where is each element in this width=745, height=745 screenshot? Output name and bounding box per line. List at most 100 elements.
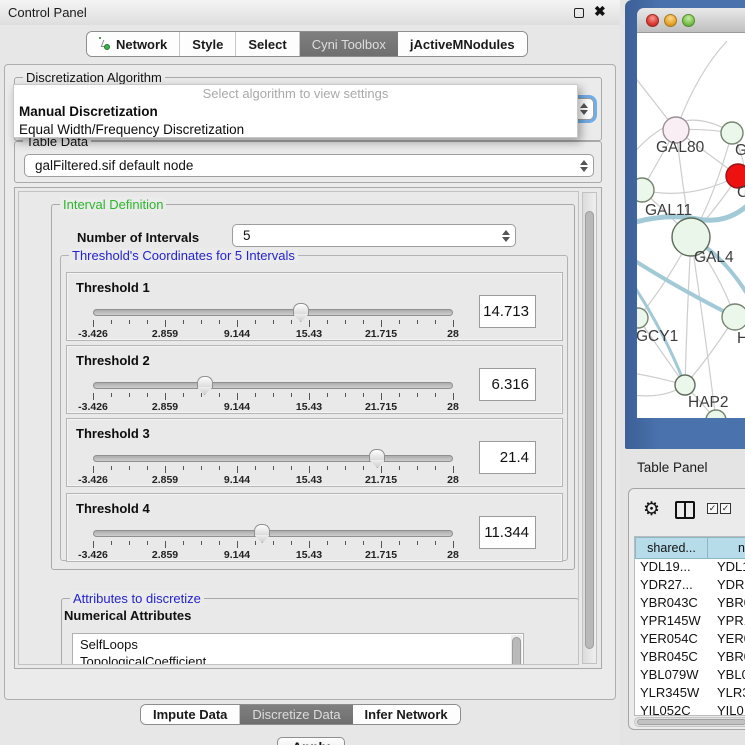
- node-attribute-table: shared... name YDL19...YDL1YDR27...YDR2Y…: [634, 536, 745, 716]
- group-title: Discretization Algorithm: [23, 70, 165, 85]
- attributes-group: Attributes to discretize Numerical Attri…: [61, 598, 579, 665]
- threshold-label: Threshold 4: [76, 501, 150, 516]
- attribute-list-item[interactable]: TopologicalCoefficient: [80, 653, 523, 665]
- tab-discretize-data[interactable]: Discretize Data: [240, 705, 352, 724]
- settings-vertical-scrollbar[interactable]: [582, 192, 597, 664]
- column-layout-icon[interactable]: [675, 501, 695, 519]
- network-node-label: GCY1: [637, 328, 678, 345]
- right-column: GAL80GACGAL11GAL4GCY1HHAP2 Table Panel ⚙…: [620, 0, 745, 745]
- numerical-attributes-list[interactable]: SelfLoopsTopologicalCoefficientBetweenne…: [72, 633, 524, 665]
- table-row[interactable]: YLR345WYLR3: [635, 685, 745, 703]
- table-row[interactable]: YIL052CYIL0: [635, 703, 745, 716]
- number-of-intervals-label: Number of Intervals: [77, 230, 199, 245]
- tab-select[interactable]: Select: [236, 32, 299, 56]
- network-node-label: GA: [735, 142, 745, 159]
- network-canvas[interactable]: GAL80GACGAL11GAL4GCY1HHAP2: [637, 33, 745, 418]
- column-header-shared-name[interactable]: shared...: [635, 537, 708, 559]
- table-panel-title: Table Panel: [637, 460, 708, 475]
- table-row[interactable]: YPR145WYPR1: [635, 613, 745, 631]
- tab-label: Style: [192, 37, 223, 52]
- numerical-attributes-label: Numerical Attributes: [64, 608, 191, 623]
- checkbox-icon[interactable]: ✓: [720, 503, 731, 514]
- dropdown-option-manual-discretization[interactable]: Manual Discretization: [14, 103, 577, 121]
- combo-arrows-icon: [497, 230, 515, 242]
- list-vertical-scrollbar[interactable]: [511, 635, 522, 665]
- dropdown-option-equal-width-frequency[interactable]: Equal Width/Frequency Discretization: [14, 121, 577, 139]
- table-data-combobox[interactable]: galFiltered.sif default node: [24, 154, 594, 177]
- threshold-value-field[interactable]: 6.316: [479, 368, 536, 401]
- close-icon[interactable]: ✖: [594, 3, 606, 20]
- control-panel-titlebar: Control Panel ✖: [0, 0, 620, 25]
- network-node-label: HAP2: [688, 394, 729, 411]
- threshold-value-field[interactable]: 21.4: [479, 441, 536, 474]
- tab-label: Cyni Toolbox: [312, 37, 386, 52]
- scrollbar-thumb[interactable]: [637, 719, 745, 725]
- tab-label: Select: [248, 37, 286, 52]
- zoom-traffic-light[interactable]: [682, 14, 695, 27]
- network-edge[interactable]: [637, 259, 735, 317]
- network-node[interactable]: [721, 122, 743, 144]
- checkbox-icon[interactable]: ✓: [707, 503, 718, 514]
- group-title: Interval Definition: [60, 197, 166, 212]
- tab-infer-network[interactable]: Infer Network: [353, 705, 460, 724]
- gear-icon[interactable]: ⚙: [643, 498, 660, 521]
- close-traffic-light[interactable]: [646, 14, 659, 27]
- tab-network[interactable]: Network: [87, 32, 180, 56]
- table-row[interactable]: YDL19...YDL1: [635, 559, 745, 577]
- network-window-titlebar[interactable]: [637, 8, 745, 33]
- tab-jactivemnodules[interactable]: jActiveMNodules: [398, 32, 527, 56]
- threshold-value-field[interactable]: 11.344: [479, 516, 536, 549]
- cyni-toolbox-panel: Discretization Algorithm Table Data galF…: [4, 64, 616, 700]
- slider-track[interactable]: [93, 530, 453, 537]
- attribute-list-item[interactable]: SelfLoops: [80, 636, 523, 653]
- slider-ticks: [93, 393, 453, 401]
- slider-track[interactable]: [93, 455, 453, 462]
- threshold-label: Threshold 2: [76, 353, 150, 368]
- slider-scale-labels: -3.4262.8599.14415.4321.71528: [93, 549, 453, 560]
- network-node[interactable]: [637, 178, 654, 202]
- combo-value: galFiltered.sif default node: [25, 158, 575, 173]
- tab-label: Discretize Data: [252, 707, 340, 722]
- table-data-group: Table Data galFiltered.sif default node: [14, 141, 602, 183]
- slider-track[interactable]: [93, 382, 453, 389]
- threshold-value-field[interactable]: 14.713: [479, 295, 536, 328]
- combo-value: 5: [233, 228, 497, 243]
- table-row[interactable]: YBL079WYBL0: [635, 667, 745, 685]
- network-view-window: GAL80GACGAL11GAL4GCY1HHAP2: [625, 0, 745, 449]
- network-node[interactable]: [675, 375, 695, 395]
- network-edge[interactable]: [676, 41, 727, 130]
- table-panel: ⚙ ✓ ✓ shared... name YDL19...YDL1YDR27..…: [628, 488, 745, 730]
- column-header-name[interactable]: name: [708, 537, 745, 559]
- tab-impute-data[interactable]: Impute Data: [141, 705, 240, 724]
- slider-scale-labels: -3.4262.8599.14415.4321.71528: [93, 328, 453, 339]
- network-node[interactable]: [637, 308, 648, 328]
- dropdown-hint: Select algorithm to view settings: [14, 85, 577, 103]
- float-window-icon[interactable]: [574, 8, 584, 18]
- table-row[interactable]: YER054CYER0: [635, 631, 745, 649]
- tab-label: Impute Data: [153, 707, 227, 722]
- tab-label: Infer Network: [365, 707, 448, 722]
- network-node[interactable]: [722, 304, 745, 330]
- tab-cyni-toolbox[interactable]: Cyni Toolbox: [300, 32, 398, 56]
- slider-ticks: [93, 466, 453, 474]
- table-row[interactable]: YBR043CYBR0: [635, 595, 745, 613]
- scrollbar-thumb[interactable]: [585, 211, 594, 649]
- threshold-panel: Threshold 3-3.4262.8599.14415.4321.71528…: [66, 418, 563, 487]
- network-edge[interactable]: [685, 237, 691, 385]
- threshold-label: Threshold 1: [76, 280, 150, 295]
- combo-arrows-icon: [575, 160, 593, 172]
- table-row[interactable]: YBR045CYBR0: [635, 649, 745, 667]
- apply-button[interactable]: Apply: [277, 737, 345, 745]
- table-horizontal-scrollbar[interactable]: [634, 717, 745, 727]
- table-row[interactable]: YDR27...YDR2: [635, 577, 745, 595]
- number-of-intervals-combobox[interactable]: 5: [232, 224, 516, 247]
- bottom-tab-bar: Impute Data Discretize Data Infer Networ…: [140, 704, 461, 725]
- group-title: Threshold's Coordinates for 5 Intervals: [69, 248, 298, 263]
- slider-track[interactable]: [93, 309, 453, 316]
- control-panel-window: Control Panel ✖ Network Style Select Cyn…: [0, 0, 620, 745]
- minimize-traffic-light[interactable]: [664, 14, 677, 27]
- app-root: Control Panel ✖ Network Style Select Cyn…: [0, 0, 745, 745]
- thresholds-group: Threshold's Coordinates for 5 Intervals …: [60, 255, 568, 561]
- tab-style[interactable]: Style: [180, 32, 236, 56]
- network-edge[interactable]: [642, 176, 738, 193]
